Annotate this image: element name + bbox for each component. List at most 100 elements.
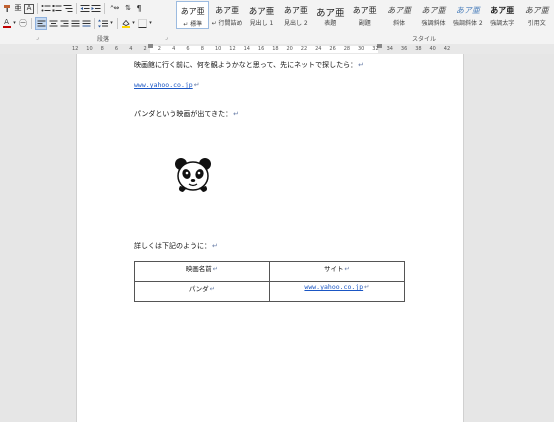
- align-center-icon[interactable]: [48, 18, 58, 29]
- doc-line-2: パンダという映画が出てきた：↵: [134, 109, 239, 119]
- ruler-number: 8: [100, 46, 104, 52]
- style-gallery-item[interactable]: あア亜 強調太字: [486, 1, 519, 29]
- align-left-icon[interactable]: [35, 17, 47, 30]
- shading-icon[interactable]: [121, 18, 130, 29]
- document-page[interactable]: 映画館に行く前に、何を観ようかなと思って、先にネットで探したら：↵ www.ya…: [76, 54, 464, 422]
- left-indent-marker[interactable]: [148, 44, 153, 48]
- sort-icon[interactable]: ⇅: [123, 3, 133, 14]
- paragraph-mark: ↵: [212, 242, 218, 250]
- style-gallery-item[interactable]: あア亜 引用文: [520, 1, 553, 29]
- doc-line-3-text: 詳しくは下記のように：: [134, 242, 211, 250]
- ruler-number: 36: [400, 46, 408, 52]
- style-name: 見出し 1: [249, 20, 274, 27]
- dropdown-arrow-icon[interactable]: ▾: [109, 18, 114, 29]
- doc-line-2-text: パンダという映画が出てきた：: [134, 110, 233, 118]
- ribbon-row-2: A ▾ ㊀ ▾ ▾ ▾: [2, 17, 153, 30]
- bullets-icon[interactable]: [41, 3, 51, 14]
- ruler-number: 4: [129, 46, 133, 52]
- ruler-number: 14: [243, 46, 250, 52]
- align-right-icon[interactable]: [59, 18, 69, 29]
- show-formatting-marks-icon[interactable]: ¶: [134, 3, 144, 14]
- style-gallery-item[interactable]: あア亜 強調斜体: [417, 1, 450, 29]
- ruler-number: 2: [143, 46, 147, 52]
- style-gallery-item[interactable]: あア亜 斜体: [382, 1, 415, 29]
- group-label-paragraph: 段落: [97, 36, 110, 43]
- separator: [37, 3, 38, 14]
- ruler-number: 10: [86, 46, 93, 52]
- style-preview-text: あア亜: [352, 6, 377, 15]
- doc-hyperlink[interactable]: www.yahoo.co.jp: [134, 81, 193, 89]
- style-gallery: あア亜 ↵ 標準 あア亜 ↵ 行間詰め あア亜 見出し 1 あア亜 見出し 2 あア亜 表題 あア亜…: [176, 1, 554, 29]
- ruler-number: 38: [415, 46, 422, 52]
- style-preview-text: あア亜: [490, 6, 515, 15]
- table-cell[interactable]: www.yahoo.co.jp↵: [269, 281, 405, 302]
- ruler-number: 26: [329, 46, 336, 52]
- style-gallery-item[interactable]: あア亜 表題: [314, 1, 347, 29]
- ruler-number: 42: [443, 46, 451, 52]
- separator: [94, 18, 95, 29]
- style-gallery-item[interactable]: あア亜 副題: [348, 1, 381, 29]
- separator: [31, 18, 32, 29]
- table-cell[interactable]: パンダ↵: [134, 281, 270, 302]
- horizontal-ruler[interactable]: 12 10 8 6 4 2 2 4 6 8 10 12 14 16 18 20 22 24 26 28 30 32 34 36…: [0, 44, 554, 54]
- paragraph-mark: ↵: [364, 283, 370, 291]
- ruler-number: 10: [215, 46, 222, 52]
- distributed-icon[interactable]: [81, 18, 91, 29]
- borders-icon[interactable]: [137, 18, 147, 29]
- panda-image[interactable]: [174, 157, 212, 193]
- multilevel-list-icon[interactable]: [63, 3, 73, 14]
- numbering-icon[interactable]: [52, 3, 62, 14]
- character-border-icon[interactable]: A: [24, 3, 34, 14]
- style-gallery-item[interactable]: あア亜 ↵ 行間詰め: [210, 1, 243, 29]
- ruler-number: 24: [315, 46, 322, 52]
- style-gallery-item[interactable]: あア亜見出し 2: [279, 1, 312, 29]
- table-header-cell-text: 映画名前: [185, 265, 212, 273]
- table-cell[interactable]: サイト↵: [269, 261, 405, 282]
- table-cell-hyperlink[interactable]: www.yahoo.co.jp: [304, 283, 363, 291]
- ruler-number: 18: [272, 46, 279, 52]
- ruler-number: 12: [229, 46, 236, 52]
- ruler-number: 40: [429, 46, 436, 52]
- style-preview-text: あア亜: [283, 6, 308, 15]
- character-scaling-icon[interactable]: ᴬ⇔: [108, 3, 122, 14]
- increase-indent-icon[interactable]: [91, 3, 101, 14]
- dropdown-arrow-icon[interactable]: ▾: [148, 18, 153, 29]
- enclosed-character-icon[interactable]: ㊀: [18, 18, 28, 29]
- separator: [76, 3, 77, 14]
- style-gallery-item[interactable]: あア亜 ↵ 標準: [176, 1, 210, 29]
- paragraph-dialog-launcher-icon[interactable]: ⌟: [165, 34, 168, 41]
- dropdown-arrow-icon[interactable]: ▾: [131, 18, 136, 29]
- doc-line-1: 映画館に行く前に、何を観ようかなと思って、先にネットで探したら：↵: [134, 60, 364, 70]
- phonetic-guide-icon[interactable]: 亜: [13, 3, 23, 14]
- justify-icon[interactable]: [70, 18, 80, 29]
- dropdown-arrow-icon[interactable]: ▾: [12, 18, 17, 29]
- ruler-number: 4: [172, 46, 176, 52]
- style-name: 斜体: [393, 20, 406, 27]
- font-color-icon[interactable]: A: [2, 18, 11, 29]
- table-row: パンダ↵ www.yahoo.co.jp↵: [134, 281, 405, 302]
- paragraph-mark: ↵: [209, 285, 216, 293]
- paragraph-mark: ↵: [193, 81, 200, 89]
- table-cell[interactable]: 映画名前↵: [134, 261, 270, 282]
- style-preview-text: あア亜: [455, 6, 480, 15]
- style-preview-text: あア亜: [180, 7, 205, 16]
- doc-table[interactable]: 映画名前↵ サイト↵ パンダ↵ www.yahoo.co.jp↵: [134, 261, 405, 302]
- ruler-number: 20: [286, 46, 293, 52]
- style-gallery-item[interactable]: あア亜 見出し 1: [245, 1, 278, 29]
- style-preview-text: あア亜: [316, 8, 345, 19]
- decrease-indent-icon[interactable]: [80, 3, 90, 14]
- style-name: 強調斜体 2: [453, 20, 483, 27]
- font-dialog-launcher-icon[interactable]: ⌟: [36, 34, 39, 41]
- paragraph-mark: ↵: [212, 265, 219, 273]
- format-painter-icon[interactable]: [2, 3, 12, 14]
- group-label-styles: スタイル: [412, 36, 437, 43]
- style-gallery-item[interactable]: あア亜強調斜体 2: [451, 1, 484, 29]
- style-preview-text: あア亜: [524, 6, 549, 15]
- style-name: 見出し 2: [284, 20, 308, 27]
- ribbon-group-labels: ⌟ 段落 ⌟ スタイル: [0, 33, 554, 44]
- ruler-number: 12: [72, 46, 79, 52]
- ruler-number: 28: [343, 46, 351, 52]
- line-spacing-icon[interactable]: [98, 18, 108, 29]
- table-cell-text: パンダ: [188, 285, 209, 293]
- ruler-number: 8: [200, 46, 204, 52]
